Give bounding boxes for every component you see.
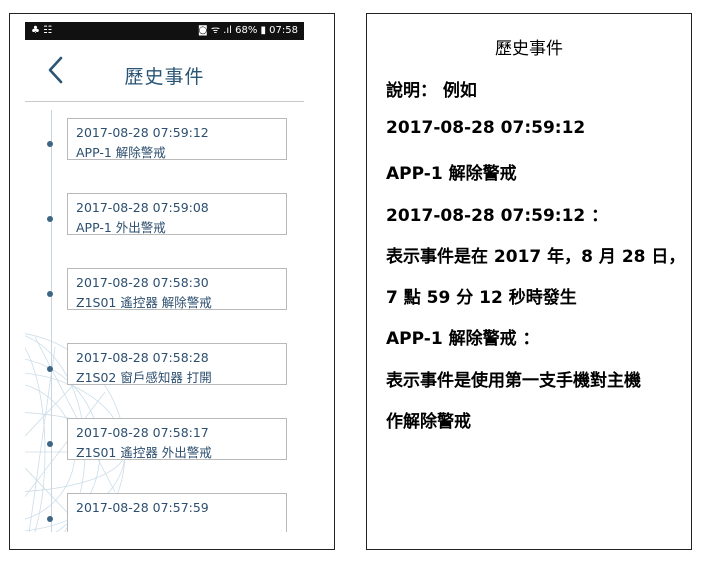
timeline-line — [51, 110, 52, 532]
app-bar: 歷史事件 — [25, 40, 304, 102]
explanation-title: 歷史事件 — [495, 39, 563, 59]
event-card[interactable]: 2017-08-28 07:57:59 — [67, 493, 287, 532]
event-card[interactable]: 2017-08-28 07:59:08 APP-1 外出警戒 — [67, 193, 287, 235]
status-indicators: ◙ ᯤ .ıl 68% ▮ 07:58 — [197, 25, 298, 36]
timeline-dot — [47, 216, 53, 222]
event-time: 2017-08-28 07:59:12 — [76, 125, 209, 140]
event-description: Z1S01 遙控器 外出警戒 — [76, 445, 212, 460]
event-time: 2017-08-28 07:58:30 — [76, 275, 209, 290]
explanation-panel: 歷史事件 說明： 例如 2017-08-28 07:59:12 APP-1 解除… — [366, 13, 692, 550]
explanation-line: APP-1 解除警戒 — [386, 164, 517, 184]
explanation-line: 7 點 59 分 12 秒時發生 — [386, 288, 577, 308]
event-description: APP-1 外出警戒 — [76, 220, 166, 235]
event-time: 2017-08-28 07:57:59 — [76, 500, 209, 515]
timeline-dot — [47, 291, 53, 297]
timeline-dot — [47, 141, 53, 147]
appbar-divider — [25, 101, 304, 102]
explanation-line: 說明： 例如 — [386, 81, 477, 101]
event-card[interactable]: 2017-08-28 07:59:12 APP-1 解除警戒 — [67, 118, 287, 160]
status-bar: ♣ ☷ ◙ ᯤ .ıl 68% ▮ 07:58 — [25, 22, 304, 40]
event-card[interactable]: 2017-08-28 07:58:30 Z1S01 遙控器 解除警戒 — [67, 268, 287, 310]
event-time: 2017-08-28 07:58:28 — [76, 350, 209, 365]
explanation-line: APP-1 解除警戒 ： — [386, 329, 540, 349]
phone-screenshot-frame: ♣ ☷ ◙ ᯤ .ıl 68% ▮ 07:58 歷史事件 2017-08-28 … — [9, 13, 335, 550]
timeline-dot — [47, 441, 53, 447]
event-card[interactable]: 2017-08-28 07:58:17 Z1S01 遙控器 外出警戒 — [67, 418, 287, 460]
explanation-line: 2017-08-28 07:59:12 ： — [386, 206, 609, 226]
event-time: 2017-08-28 07:59:08 — [76, 200, 209, 215]
event-card[interactable]: 2017-08-28 07:58:28 Z1S02 窗戶感知器 打開 — [67, 343, 287, 385]
explanation-line: 表示事件是在 2017 年，8 月 28 日， — [386, 247, 686, 267]
phone-screen: ♣ ☷ ◙ ᯤ .ıl 68% ▮ 07:58 歷史事件 2017-08-28 … — [25, 22, 304, 532]
event-description: Z1S02 窗戶感知器 打開 — [76, 370, 212, 385]
explanation-line: 表示事件是使用第一支手機對主機 — [386, 371, 641, 391]
timeline-dot — [47, 366, 53, 372]
timeline-dot — [47, 516, 53, 522]
notification-icons: ♣ ☷ — [31, 25, 53, 36]
event-description: APP-1 解除警戒 — [76, 145, 166, 160]
page-title: 歷史事件 — [124, 66, 205, 88]
explanation-line: 2017-08-28 07:59:12 — [386, 118, 586, 138]
explanation-line: 作解除警戒 — [386, 412, 471, 432]
event-description: Z1S01 遙控器 解除警戒 — [76, 295, 212, 310]
event-time: 2017-08-28 07:58:17 — [76, 425, 209, 440]
